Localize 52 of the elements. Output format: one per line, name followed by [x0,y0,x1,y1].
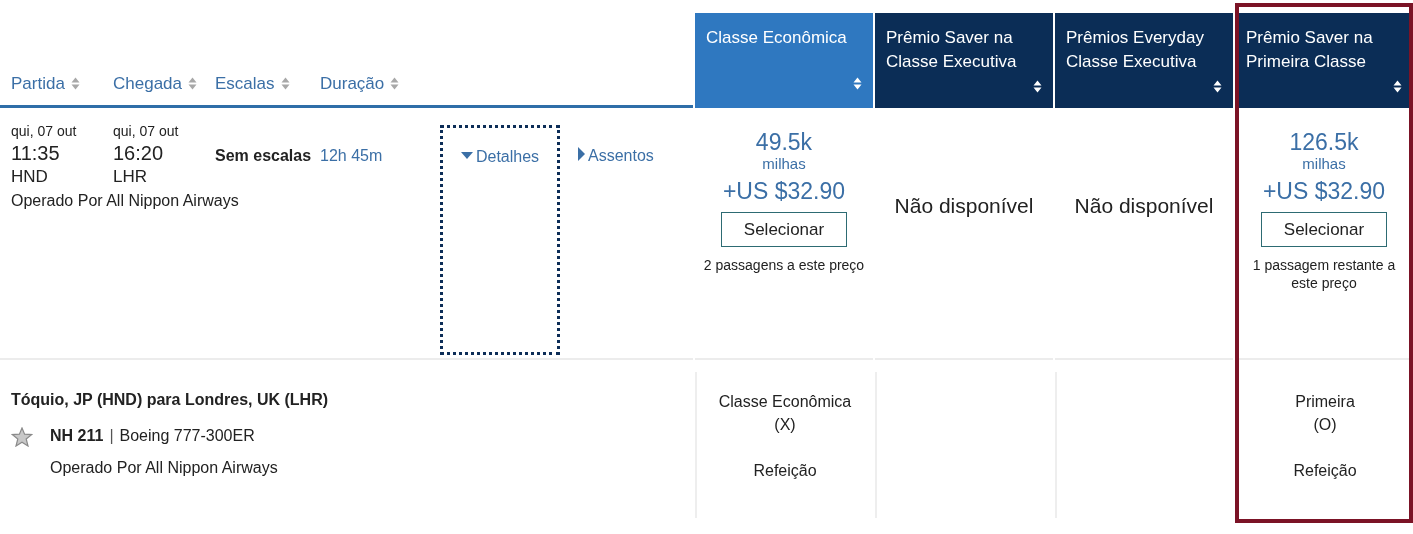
unavailable-text: Não disponível [1074,193,1214,219]
select-button[interactable]: Selecionar [1261,212,1387,247]
fare-header-tab[interactable]: Classe Econômica [695,13,873,108]
route-title: Tóquio, JP (HND) para Londres, UK (LHR) [11,390,330,410]
aircraft-text: Boeing 777-300ER [119,426,255,446]
sort-icon [853,77,862,90]
sort-icon [1033,80,1042,93]
caret-down-icon [460,152,473,160]
star-icon [11,427,33,447]
taxes-amount: +US $32.90 [1262,177,1386,206]
taxes-amount: +US $32.90 [722,177,846,206]
select-button[interactable]: Selecionar [721,212,847,247]
miles-amount: 126.5k [1289,128,1359,156]
sort-icon [1213,80,1222,93]
cabin-name: Primeira [1295,392,1355,412]
flight-time: 11:35 [11,141,61,166]
flight-date: qui, 07 out [113,122,180,140]
miles-unit: milhas [1302,156,1346,172]
cabin-code: (X) [774,415,796,435]
details-link[interactable]: Detalhes [440,125,560,355]
cabin-name: Classe Econômica [718,392,852,412]
operator-text: Operado Por All Nippon Airways [50,458,279,478]
miles-amount: 49.5k [755,128,813,156]
fare-header-tab[interactable]: Prêmio Saver na Classe Executiva [875,13,1053,108]
sort-header[interactable]: Chegada [113,70,215,96]
sort-icon [188,76,197,90]
miles-unit: milhas [762,156,806,172]
meal-text: Refeição [753,461,817,481]
sort-icon [280,76,290,90]
sort-header[interactable]: Partida [11,70,113,96]
flight-date: qui, 07 out [11,122,78,140]
unavailable-text: Não disponível [894,193,1034,219]
sort-header[interactable]: Escalas [215,70,320,96]
separator-text: | [109,426,114,446]
sort-icon [1393,80,1402,93]
duration-text: 12h 45m [320,147,383,164]
sort-header[interactable]: Duração [320,70,430,96]
cabin-code: (O) [1313,415,1337,435]
flight-number: NH 211 [50,426,104,446]
seats-link[interactable]: Assentos [578,108,654,168]
operator-text: Operado Por All Nippon Airways [11,191,240,211]
meal-text: Refeição [1293,461,1357,481]
fare-note: 2 passagens a este preço [702,256,866,274]
fare-header-tab[interactable]: Prêmios Everyday Classe Executiva [1055,13,1233,108]
sort-icon [390,76,400,90]
stops-text: Sem escalas [215,147,312,164]
fare-note: 1 passagem restante a este preço [1251,256,1397,292]
airport-code: HND [11,166,49,188]
sort-icon [70,76,80,90]
caret-right-icon [578,147,585,161]
flight-time: 16:20 [113,141,165,166]
airport-code: LHR [113,166,148,188]
